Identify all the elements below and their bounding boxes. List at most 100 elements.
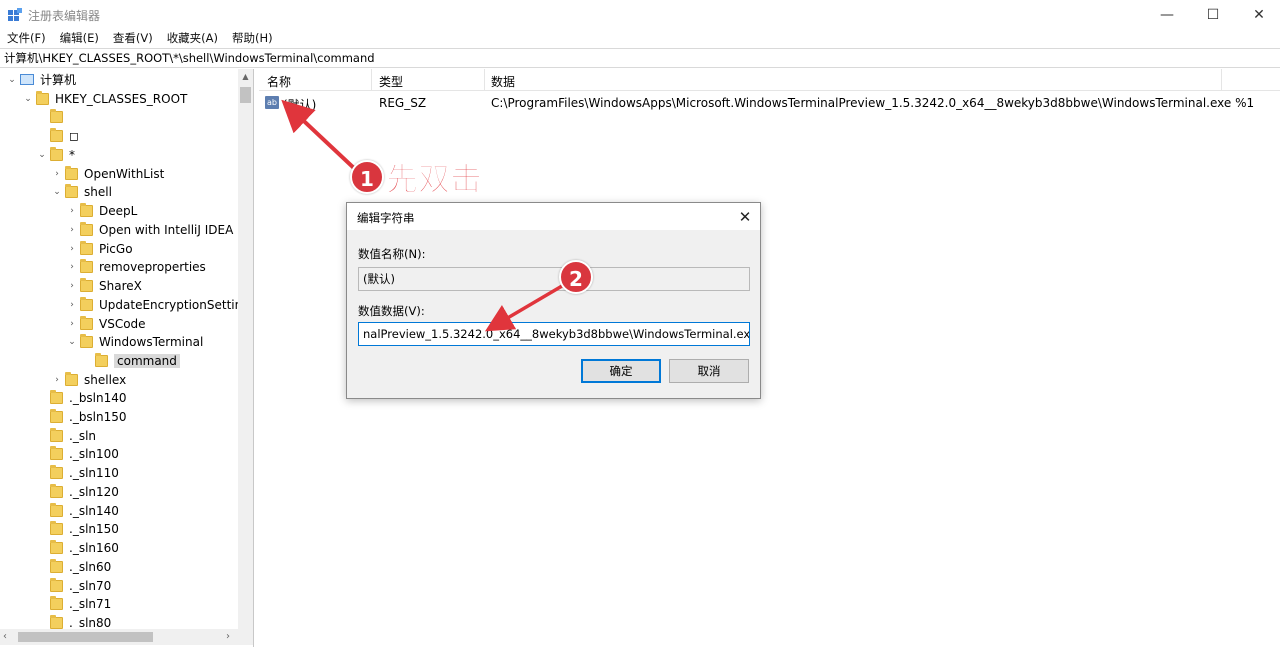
scroll-up-icon[interactable]: ▲ [238,69,253,85]
minimize-button[interactable]: — [1144,0,1190,30]
scroll-thumb[interactable] [18,632,153,642]
address-bar[interactable]: 计算机\HKEY_CLASSES_ROOT\*\shell\WindowsTer… [0,48,1280,68]
tree-item-label: HKEY_CLASSES_ROOT [55,91,188,106]
list-header: 名称 类型 数据 [259,69,1280,91]
cancel-button[interactable]: 取消 [669,359,749,383]
tree-item-computer[interactable]: ⌄ 计算机 [6,70,76,89]
chevron-down-icon[interactable]: ⌄ [6,75,18,85]
string-value-icon: ab [265,96,279,109]
column-type-header[interactable]: 类型 [379,73,403,90]
chevron-icon[interactable]: › [66,206,78,216]
tree-item[interactable]: ⌄ WindowsTerminal [66,332,203,351]
tree-item[interactable]: ⌄ HKEY_CLASSES_ROOT [22,89,187,108]
menu-edit[interactable]: 编辑(E) [53,30,106,48]
tree-item[interactable]: › UpdateEncryptionSettings [66,295,254,314]
folder-icon [50,427,63,442]
chevron-icon[interactable]: › [66,300,78,310]
menu-help[interactable]: 帮助(H) [225,30,280,48]
tree-item-label: ._bsln150 [69,409,127,424]
tree-item-label: ._sln110 [69,465,119,480]
chevron-icon[interactable]: › [66,225,78,235]
chevron-icon[interactable]: › [66,281,78,291]
chevron-icon[interactable]: ⌄ [22,94,34,104]
window-title: 注册表编辑器 [28,9,101,23]
tree-item[interactable]: ◻ [36,126,79,145]
tree-item-label: VSCode [99,316,146,331]
scroll-left-icon[interactable]: ‹ [3,629,7,645]
dialog-close-icon[interactable]: ✕ [731,205,759,229]
tree-item-label: ._sln140 [69,503,119,518]
close-button[interactable]: ✕ [1236,0,1280,30]
chevron-icon[interactable]: › [66,244,78,254]
scroll-right-icon[interactable]: › [226,629,230,645]
tree-item[interactable]: ._bsln140 [36,388,127,407]
tree-item-label: DeepL [99,203,138,218]
tree-vertical-scrollbar[interactable]: ▲ [238,69,253,629]
tree-item[interactable]: ._bsln150 [36,407,127,426]
chevron-icon[interactable]: ⌄ [51,187,63,197]
dialog-title: 编辑字符串 [357,211,415,225]
chevron-icon[interactable]: › [66,262,78,272]
tree-item-label: ._sln150 [69,521,119,536]
menu-view[interactable]: 查看(V) [106,30,160,48]
tree-item[interactable]: ⌄ shell [51,182,112,201]
chevron-icon[interactable]: ⌄ [36,150,48,160]
chevron-icon[interactable]: › [66,319,78,329]
maximize-button[interactable]: ☐ [1190,0,1236,30]
tree-item[interactable] [36,107,69,126]
tree-item[interactable]: › Open with IntelliJ IDEA [66,220,233,239]
column-divider[interactable] [1221,69,1222,91]
column-name-header[interactable]: 名称 [267,73,291,90]
menu-file[interactable]: 文件(F) [0,30,53,48]
tree-item[interactable]: ._sln100 [36,444,119,463]
folder-icon [80,315,93,330]
scroll-thumb[interactable] [240,87,251,103]
menu-favorites[interactable]: 收藏夹(A) [160,30,225,48]
tree-item[interactable]: ._sln [36,426,96,445]
value-type: REG_SZ [379,96,427,110]
tree-item-label: UpdateEncryptionSettings [99,297,254,312]
folder-icon [50,389,63,404]
tree-item-label: ◻ [69,128,79,143]
folder-icon [50,614,63,629]
folder-icon [50,520,63,535]
tree-item[interactable]: › shellex [51,370,126,389]
tree-item[interactable]: ._sln120 [36,482,119,501]
tree-item[interactable]: ._sln110 [36,463,119,482]
chevron-icon[interactable]: › [51,375,63,385]
chevron-icon[interactable]: › [51,169,63,179]
chevron-icon[interactable]: ⌄ [66,337,78,347]
tree-item-label: ._sln160 [69,540,119,555]
tree-item[interactable]: ._sln160 [36,538,119,557]
tree-item[interactable]: › removeproperties [66,257,206,276]
tree-horizontal-scrollbar[interactable]: ‹ › [0,629,253,645]
tree-item[interactable]: › PicGo [66,239,133,258]
folder-icon [65,371,78,386]
computer-icon [20,74,34,85]
tree-item[interactable]: ._sln60 [36,557,111,576]
list-row-default[interactable]: ab (默认) REG_SZ C:\ProgramFiles\WindowsAp… [259,93,1280,113]
tree-item[interactable]: ._sln140 [36,501,119,520]
tree-item-selected[interactable]: command [81,351,180,370]
tree-item[interactable]: › OpenWithList [51,164,164,183]
tree-item[interactable]: ._sln70 [36,576,111,595]
tree-item[interactable]: ._sln150 [36,519,119,538]
folder-icon [50,408,63,423]
column-divider[interactable] [484,69,485,91]
tree-item[interactable]: › ShareX [66,276,142,295]
folder-icon [50,502,63,517]
tree-item[interactable]: › DeepL [66,201,137,220]
value-data-input[interactable]: nalPreview_1.5.3242.0_x64__8wekyb3d8bbwe… [358,322,750,346]
tree-item[interactable]: ._sln71 [36,594,111,613]
tree-item-label: ._sln70 [69,578,112,593]
column-divider[interactable] [371,69,372,91]
tree-item-label: ._sln80 [69,615,112,630]
tree-item-label: ShareX [99,278,142,293]
tree-item-label: ._bsln140 [69,390,127,405]
tree-item[interactable]: › VSCode [66,314,146,333]
folder-icon [50,127,63,142]
ok-button[interactable]: 确定 [581,359,661,383]
column-data-header[interactable]: 数据 [491,73,515,90]
tree-item-label: Open with IntelliJ IDEA [99,222,234,237]
tree-item[interactable]: ⌄ * [36,145,75,164]
